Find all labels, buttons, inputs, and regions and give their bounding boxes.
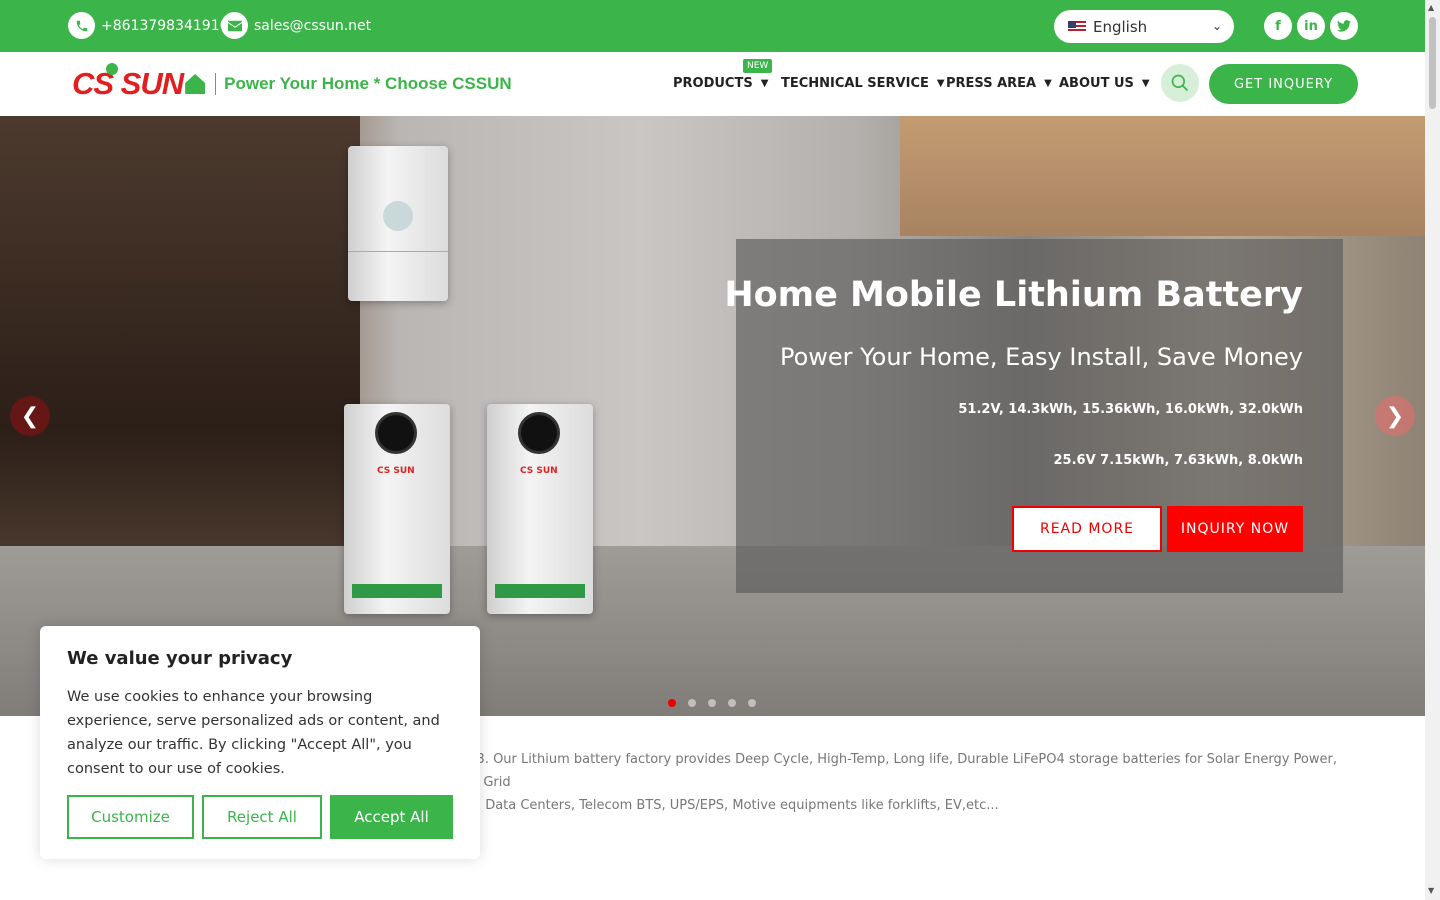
slider-dot[interactable] — [688, 699, 696, 707]
slider-prev-button[interactable]: ❮ — [10, 396, 50, 436]
chevron-down-icon: ⌄ — [1211, 19, 1222, 33]
us-flag-icon — [1068, 20, 1086, 33]
slider-dot[interactable] — [748, 699, 756, 707]
slider-dots — [668, 699, 768, 707]
scrollbar-thumb[interactable] — [1429, 17, 1436, 109]
logo-text: CS SUN — [72, 66, 184, 101]
intro-line: lar, Data Centers, Telecom BTS, UPS/EPS,… — [460, 798, 999, 813]
page: +8613798341910 sales@cssun.net English ⌄… — [0, 0, 1440, 900]
cookie-title: We value your privacy — [67, 648, 293, 669]
scroll-up-icon[interactable]: ▲ — [1428, 3, 1434, 12]
nav-label: PRESS AREA — [946, 76, 1037, 91]
chevron-left-icon: ❮ — [20, 403, 40, 429]
battery-unit-image: CS SUN — [344, 404, 450, 614]
nav-about-us[interactable]: ABOUT US ▼ — [1059, 76, 1150, 91]
slider-next-button[interactable]: ❯ — [1375, 396, 1415, 436]
read-more-button[interactable]: READ MORE — [1012, 506, 1162, 552]
nav-label: TECHNICAL SERVICE — [781, 76, 929, 91]
page-scrollbar[interactable]: ▲ ▼ — [1425, 0, 1440, 900]
nav-label: PRODUCTS — [673, 76, 753, 91]
twitter-icon[interactable] — [1330, 12, 1358, 40]
phone-icon — [68, 12, 95, 39]
logo[interactable]: CS SUN Power Your Home * Choose CSSUN — [72, 63, 512, 102]
hero-spec-2: 25.6V 7.15kWh, 7.63kWh, 8.0kWh — [1053, 453, 1304, 468]
language-selector[interactable]: English ⌄ — [1054, 10, 1234, 43]
chevron-down-icon: ▼ — [760, 78, 769, 89]
customize-button[interactable]: Customize — [67, 795, 194, 839]
inverter-image — [348, 146, 448, 301]
hero-background-ceiling — [900, 116, 1425, 236]
nav-products[interactable]: PRODUCTS ▼ — [673, 76, 768, 91]
chevron-down-icon: ▼ — [1044, 78, 1052, 89]
chevron-right-icon: ❯ — [1385, 403, 1405, 429]
scroll-down-icon[interactable]: ▼ — [1428, 886, 1434, 895]
phone-link[interactable]: +8613798341910 — [68, 12, 229, 39]
hero-caption: Home Mobile Lithium Battery Power Your H… — [724, 239, 1343, 593]
nav-label: ABOUT US — [1059, 76, 1134, 91]
new-badge: NEW — [743, 59, 773, 73]
accept-all-button[interactable]: Accept All — [330, 795, 453, 839]
hero-subtitle: Power Your Home, Easy Install, Save Mone… — [779, 343, 1303, 371]
top-bar: +8613798341910 sales@cssun.net English ⌄… — [0, 0, 1425, 52]
slider-dot[interactable] — [708, 699, 716, 707]
nav-press-area[interactable]: PRESS AREA ▼ — [946, 76, 1052, 91]
language-label: English — [1093, 17, 1148, 36]
nav-technical-service[interactable]: TECHNICAL SERVICE ▼ — [781, 76, 945, 91]
sun-icon — [106, 63, 118, 75]
search-button[interactable] — [1161, 64, 1199, 102]
linkedin-icon[interactable]: in — [1297, 12, 1325, 40]
cookie-consent-dialog: We value your privacy We use cookies to … — [40, 626, 480, 859]
intro-text: 003. Our Lithium battery factory provide… — [460, 748, 1360, 817]
inquiry-now-button[interactable]: INQUIRY NOW — [1167, 506, 1303, 552]
facebook-icon[interactable]: f — [1264, 12, 1292, 40]
tagline: Power Your Home * Choose CSSUN — [224, 74, 512, 93]
chevron-down-icon: ▼ — [1141, 78, 1150, 89]
get-inquiry-button[interactable]: GET INQUERY — [1209, 64, 1358, 104]
battery-unit-image: CS SUN — [487, 404, 593, 614]
email-link[interactable]: sales@cssun.net — [221, 12, 371, 39]
main-header: CS SUN Power Your Home * Choose CSSUN NE… — [0, 52, 1425, 116]
hero-title: Home Mobile Lithium Battery — [724, 275, 1303, 315]
slider-dot[interactable] — [728, 699, 736, 707]
search-icon — [1171, 74, 1189, 92]
email-address: sales@cssun.net — [254, 17, 372, 34]
hero-spec-1: 51.2V, 14.3kWh, 15.36kWh, 16.0kWh, 32.0k… — [958, 402, 1303, 417]
cookie-message: We use cookies to enhance your browsing … — [67, 689, 440, 777]
intro-line: 003. Our Lithium battery factory provide… — [460, 752, 1337, 790]
envelope-icon — [221, 12, 248, 39]
phone-number: +8613798341910 — [101, 17, 229, 34]
logo-divider — [215, 73, 217, 95]
reject-all-button[interactable]: Reject All — [202, 795, 322, 839]
slider-dot[interactable] — [668, 699, 676, 707]
house-icon — [185, 74, 206, 94]
chevron-down-icon: ▼ — [936, 78, 945, 89]
